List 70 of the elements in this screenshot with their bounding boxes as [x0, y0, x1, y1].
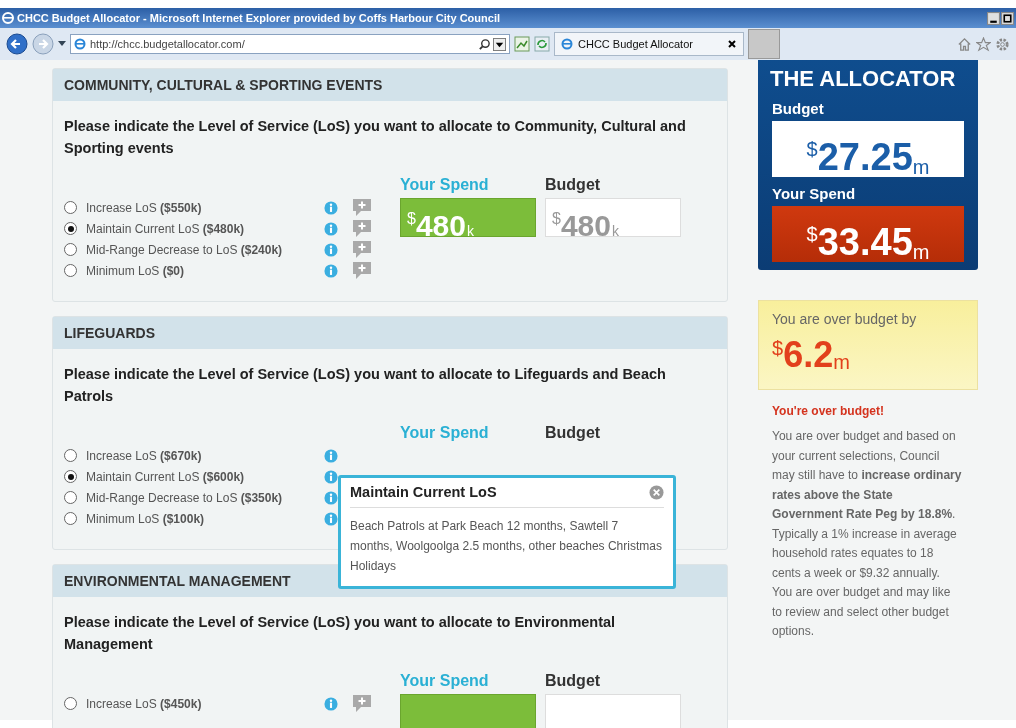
star-icon[interactable] — [976, 36, 991, 52]
radio-button[interactable] — [64, 449, 77, 462]
radio-button[interactable] — [64, 243, 77, 256]
page-icon — [561, 38, 573, 50]
page-icon — [74, 38, 86, 50]
back-button[interactable] — [6, 33, 28, 55]
comment-add-icon[interactable] — [352, 693, 372, 714]
option-label[interactable]: Minimum LoS ($100k) — [86, 511, 316, 526]
your-spend-label: Your Spend — [400, 176, 489, 195]
info-icon[interactable] — [324, 490, 338, 505]
radio-button[interactable] — [64, 470, 77, 483]
home-icon[interactable] — [957, 36, 972, 52]
option-label[interactable]: Mid-Range Decrease to LoS ($350k) — [86, 490, 316, 505]
address-bar[interactable]: http://chcc.budgetallocator.com/ — [70, 34, 510, 54]
option-label[interactable]: Maintain Current LoS ($480k) — [86, 221, 316, 236]
comment-add-icon[interactable] — [352, 260, 372, 281]
budget-label: Budget — [545, 176, 601, 195]
settings-icon[interactable] — [995, 36, 1010, 52]
refresh-icon[interactable] — [534, 36, 550, 52]
window-title: CHCC Budget Allocator - Microsoft Internet Explorer provided by Coffs Harbour City Council — [17, 12, 501, 24]
option-label[interactable]: Mid-Range Decrease to LoS ($240k) — [86, 242, 316, 257]
section-question: Please indicate the Level of Service (LoS) you want to allocate to Lifeguards and Beach Patrols — [63, 365, 667, 406]
warning-message: You are over budget and based on your current selections, Council may still have to increase ordinary rates above the State Government Rate Peg by 18.8%. Typically a 1% increase in average household rates equates to 18 cents a week or $9.32 annually. You are over budget and may like to review and select other budget options. — [772, 428, 962, 640]
info-icon[interactable] — [324, 696, 338, 711]
radio-button[interactable] — [64, 201, 77, 214]
your-spend-label: Your Spend — [772, 185, 857, 202]
radio-button[interactable] — [64, 222, 77, 235]
info-icon[interactable] — [324, 263, 338, 278]
popup-title: Maintain Current LoS — [350, 484, 497, 500]
budget-label: Budget — [545, 672, 601, 691]
info-icon[interactable] — [324, 242, 338, 257]
close-icon[interactable] — [727, 39, 737, 49]
minimize-button[interactable] — [987, 11, 1000, 25]
section-question: Please indicate the Level of Service (LoS) you want to allocate to Environmental Management — [63, 613, 617, 654]
search-icon[interactable] — [478, 37, 491, 51]
comment-add-icon[interactable] — [352, 218, 372, 239]
your-spend-label: Your Spend — [400, 424, 489, 443]
info-icon[interactable] — [324, 511, 338, 526]
maximize-button[interactable] — [1001, 11, 1014, 25]
option-label[interactable]: Maintain Current LoS ($600k) — [86, 469, 316, 484]
new-tab-button[interactable] — [748, 29, 780, 59]
budget-label: Budget — [545, 424, 601, 443]
browser-tab[interactable]: CHCC Budget Allocator — [554, 32, 744, 56]
your-spend-label: Your Spend — [400, 672, 489, 691]
radio-button[interactable] — [64, 264, 77, 277]
option-label[interactable]: Increase LoS ($550k) — [86, 200, 316, 215]
budget-total-box: $^{$}$27.25$_{m}$ — [772, 121, 964, 177]
info-icon[interactable] — [324, 469, 338, 484]
budget-label: Budget — [772, 100, 825, 117]
section-question: Please indicate the Level of Service (LoS) you want to allocate to Community, Cultural and Sporting events — [63, 117, 687, 158]
radio-button[interactable] — [64, 697, 77, 710]
browser-logo-icon — [2, 12, 14, 24]
info-icon[interactable] — [324, 448, 338, 463]
option-label[interactable]: Increase LoS ($450k) — [86, 696, 316, 711]
info-icon[interactable] — [324, 221, 338, 236]
over-budget-text: You are over budget by — [772, 311, 918, 327]
section-heading: LIFEGUARDS — [53, 317, 727, 349]
comment-add-icon[interactable] — [352, 197, 372, 218]
info-icon[interactable] — [324, 200, 338, 215]
allocator-title: THE ALLOCATOR — [770, 66, 957, 92]
option-label[interactable]: Minimum LoS ($0) — [86, 263, 316, 278]
dropdown-arrow-icon[interactable] — [58, 41, 66, 47]
comment-add-icon[interactable] — [352, 239, 372, 260]
spend-total-box: $^{$}$33.45$_{m}$ — [772, 206, 964, 262]
compatibility-icon[interactable] — [514, 36, 530, 52]
radio-button[interactable] — [64, 512, 77, 525]
option-label[interactable]: Increase LoS ($670k) — [86, 448, 316, 463]
section-heading: COMMUNITY, CULTURAL & SPORTING EVENTS — [53, 69, 727, 101]
radio-button[interactable] — [64, 491, 77, 504]
warning-title: You're over budget! — [772, 404, 885, 418]
